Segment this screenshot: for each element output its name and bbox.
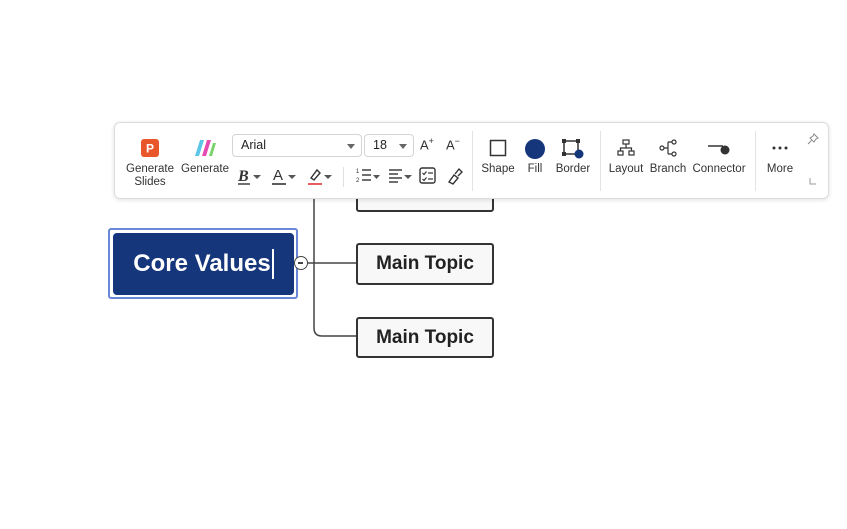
divider (343, 167, 344, 187)
more-dots-icon (772, 146, 788, 150)
layout-icon (617, 139, 635, 156)
fill-button[interactable]: Fill (519, 139, 551, 176)
svg-text:1: 1 (356, 169, 360, 175)
svg-text:B: B (237, 168, 249, 185)
layout-label: Layout (608, 163, 644, 175)
increase-font-label: A (420, 137, 429, 153)
generate-slides-button[interactable]: P Generate Slides (125, 139, 175, 189)
divider (600, 131, 601, 191)
main-topic-label: Main Topic (376, 326, 474, 348)
more-label: More (766, 163, 794, 175)
more-button[interactable]: More (760, 139, 800, 176)
pin-icon[interactable] (807, 133, 819, 145)
checklist-icon[interactable] (419, 165, 445, 187)
decrease-font-label: A (446, 137, 455, 153)
svg-text:P: P (146, 142, 154, 156)
svg-text:A: A (273, 167, 283, 184)
highlight-icon[interactable] (308, 165, 334, 187)
collapse-branch-button[interactable] (294, 256, 308, 270)
font-color-icon[interactable]: A (272, 165, 298, 187)
font-family-value: Arial (241, 138, 267, 152)
layout-button[interactable]: Layout (606, 139, 646, 176)
font-family-select[interactable]: Arial (232, 134, 362, 157)
generate-slides-label: Generate Slides (126, 163, 174, 188)
font-size-select[interactable]: 18 (364, 134, 414, 157)
main-topic-label: Main Topic (376, 253, 474, 274)
border-button[interactable]: Border (552, 139, 594, 176)
central-topic-label[interactable]: Core Values (133, 250, 270, 278)
divider (755, 131, 756, 191)
shape-label: Shape (481, 163, 515, 175)
increase-font-button[interactable]: A+ (420, 136, 434, 152)
align-icon[interactable] (388, 165, 414, 187)
fill-circle-icon (525, 139, 545, 159)
ai-generate-icon (195, 140, 216, 156)
generate-button[interactable]: Generate (179, 139, 231, 176)
generate-label: Generate (181, 163, 229, 175)
text-caret (271, 249, 274, 279)
chevron-down-icon (347, 144, 355, 149)
format-painter-icon[interactable] (445, 165, 471, 187)
connector-button[interactable]: Connector (690, 139, 748, 176)
decrease-font-button[interactable]: A− (446, 136, 460, 152)
floating-toolbar: P Generate Slides Generate Arial 18 A+ A… (114, 122, 829, 199)
shape-square-icon (489, 139, 507, 157)
central-topic[interactable]: Core Values (113, 233, 294, 295)
resize-corner-icon[interactable] (809, 177, 817, 185)
branch-label: Branch (649, 163, 687, 175)
numbered-list-icon[interactable]: 1 2 (355, 165, 381, 187)
divider (472, 131, 473, 191)
bold-icon[interactable]: B (237, 165, 263, 187)
shape-button[interactable]: Shape (477, 139, 519, 176)
branch-icon (659, 139, 677, 157)
chevron-down-icon (399, 144, 407, 149)
border-label: Border (555, 163, 591, 175)
mindmap-canvas[interactable]: Main Topic Main Topic Core Values (0, 0, 847, 529)
fill-label: Fill (527, 163, 543, 175)
main-topic[interactable]: Main Topic (356, 243, 494, 285)
connector-label: Connector (692, 163, 746, 175)
powerpoint-icon: P (141, 139, 159, 157)
border-icon (562, 139, 584, 159)
svg-text:2: 2 (356, 178, 360, 184)
branch-button[interactable]: Branch (648, 139, 688, 176)
main-topic[interactable]: Main Topic (356, 317, 494, 358)
connector-icon (708, 145, 730, 155)
font-size-value: 18 (373, 138, 387, 152)
